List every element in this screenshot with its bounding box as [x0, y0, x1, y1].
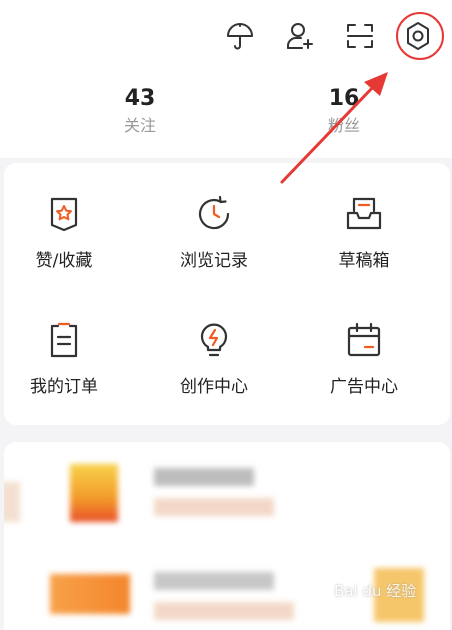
blurred-text: [154, 468, 254, 486]
menu-item-label: 我的订单: [30, 377, 98, 397]
favorites-badge-icon: [50, 197, 78, 232]
drafts-tray-icon: [346, 197, 382, 230]
following-stat[interactable]: 43 关注: [100, 84, 180, 138]
stats-bar: 43 关注 16 粉丝: [0, 80, 452, 158]
blurred-text: [154, 602, 294, 620]
scan-icon[interactable]: [340, 16, 380, 56]
top-toolbar: [0, 0, 452, 80]
ad-calendar-icon: [347, 322, 381, 357]
menu-item-orders[interactable]: 我的订单: [4, 321, 124, 417]
creator-bulb-icon: [200, 323, 228, 357]
following-count: 43: [124, 86, 156, 111]
watermark-text: Bai du 经验: [334, 582, 417, 600]
menu-item-label: 浏览记录: [180, 251, 248, 271]
blurred-text: [154, 498, 274, 516]
menu-item-creator[interactable]: 创作中心: [154, 321, 274, 417]
blurred-text: [154, 572, 274, 590]
menu-item-label: 草稿箱: [338, 251, 390, 271]
orders-clipboard-icon: [50, 322, 78, 358]
menu-item-history[interactable]: 浏览记录: [154, 195, 274, 291]
menu-item-favorites[interactable]: 赞/收藏: [4, 195, 124, 291]
fans-count: 16: [328, 86, 360, 111]
menu-item-label: 创作中心: [180, 377, 248, 397]
blurred-thumbnail: [70, 464, 118, 522]
menu-item-label: 赞/收藏: [35, 251, 93, 271]
menu-item-drafts[interactable]: 草稿箱: [304, 195, 424, 291]
blurred-thumbnail: [50, 574, 130, 614]
blurred-edge: [4, 482, 20, 522]
fans-label: 粉丝: [327, 116, 360, 135]
feed-preview: [4, 442, 450, 630]
add-user-icon[interactable]: [280, 16, 320, 56]
fans-stat[interactable]: 16 粉丝: [304, 84, 384, 138]
menu-item-label: 广告中心: [330, 377, 398, 397]
menu-item-ads[interactable]: 广告中心: [304, 321, 424, 417]
settings-highlight-circle: [396, 12, 444, 60]
following-label: 关注: [123, 116, 156, 135]
history-clock-icon: [198, 195, 230, 230]
menu-card: 赞/收藏 浏览记录 草稿箱 我的订单 创作中心 广告中心: [4, 163, 450, 425]
umbrella-icon[interactable]: [220, 16, 260, 56]
